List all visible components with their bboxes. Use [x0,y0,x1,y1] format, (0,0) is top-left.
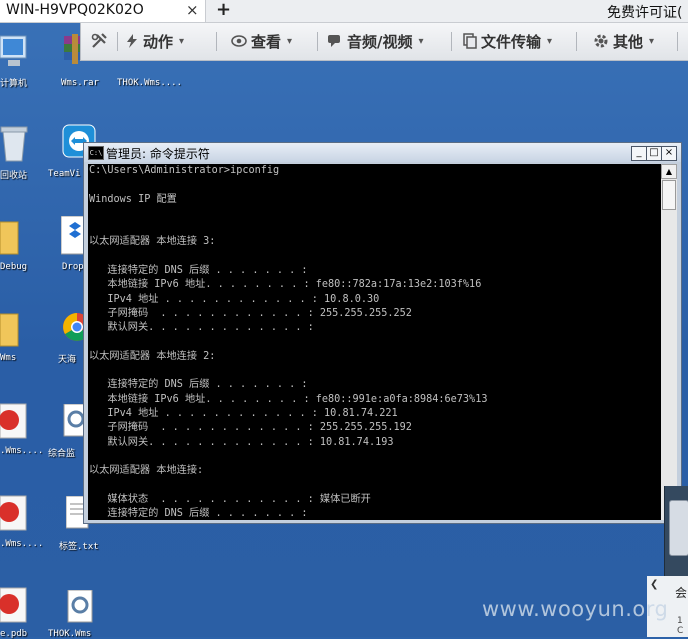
view-menu-label: 查看 [251,32,282,51]
other-menu-button[interactable]: 其他 ▾ [593,30,654,52]
gear-icon [594,34,608,48]
audio-video-menu-label: 音频/视频 [347,32,413,51]
desktop-icon-label: THOK.Wms [48,629,92,639]
lightning-icon [127,34,137,48]
action-menu-label: 动作 [143,32,174,51]
maximize-button[interactable]: □ [646,146,662,161]
recycle-bin-icon [0,126,28,162]
other-menu-label: 其他 [613,32,644,51]
cmd-window[interactable]: C:\ 管理员: 命令提示符 _ □ × C:\Users\Administra… [83,142,682,524]
action-menu-button[interactable]: 动作 ▾ [125,30,184,52]
desktop-icon-label: e.pdb [0,629,28,639]
settings-file-icon [67,590,93,623]
desktop-icon-label: 计算机 [0,79,28,89]
close-button[interactable]: × [661,146,677,161]
app-icon [0,495,27,531]
remote-session-tab[interactable]: WIN-H9VPQ02K02O × [0,0,206,22]
add-tab-icon[interactable]: + [216,0,231,20]
toolbar-divider [317,32,318,51]
folder-icon [0,313,19,347]
cmd-title-bar[interactable]: C:\ 管理员: 命令提示符 _ □ × [84,143,681,162]
vertical-scrollbar[interactable]: ▲ [661,164,677,520]
cmd-icon: C:\ [88,146,104,160]
remote-tab-bar: WIN-H9VPQ02K02O × + 免费许可证( [0,0,688,23]
tools-icon [91,33,107,48]
side-window-button[interactable] [669,500,688,556]
desktop-icon-label: .Wms.... [0,446,44,456]
desktop-icon-label: 标签.txt [59,542,99,552]
desktop-icon-label: 天海 [58,355,77,365]
desktop-icon-label: Debug [0,262,28,272]
tab-title: WIN-H9VPQ02K02O [6,2,144,18]
watermark: www.wooyun.org [482,597,669,621]
desktop-icon-label: 回收站 [0,171,28,181]
file-transfer-menu-button[interactable]: 文件传输 ▾ [463,30,552,52]
chevron-down-icon: ▾ [287,35,293,47]
desktop-icon-label: Wms.rar [61,78,99,88]
tools-button[interactable] [90,30,108,52]
toolbar-divider [451,32,452,51]
file-transfer-menu-label: 文件传输 [481,32,542,51]
chevron-down-icon: ▾ [179,35,185,47]
app-icon [0,403,27,439]
chevron-left-icon[interactable]: ❮ [650,579,658,590]
desktop-icon-label: 综合监 [48,449,76,459]
chevron-down-icon: ▾ [418,35,424,47]
desktop-icon-label: Drop [62,262,84,272]
computer-icon [0,35,27,66]
license-link[interactable]: 免费许可证( [607,2,682,22]
cmd-title: 管理员: 命令提示符 [106,147,210,161]
remote-toolbar: 动作 ▾ 查看 ▾ 音频/视频 ▾ 文件传输 ▾ 其他 ▾ [80,23,688,61]
console-text: C:\Users\Administrator>ipconfig Windows … [89,165,488,520]
toolbar-divider [576,32,577,51]
scroll-up-arrow-icon[interactable]: ▲ [661,164,677,179]
close-tab-icon[interactable]: × [186,1,199,19]
side-panel-subtext: 1 C [677,616,684,636]
toolbar-divider [216,32,217,51]
chat-bubble-icon [328,35,340,47]
folder-icon [0,221,19,255]
view-menu-button[interactable]: 查看 ▾ [231,30,292,52]
desktop-icon-label: THOK.Wms.... [117,78,183,88]
minimize-button[interactable]: _ [631,146,647,161]
desktop-icon-label: .Wms.... [0,539,44,549]
app-icon [0,587,27,623]
scrollbar-thumb[interactable] [662,180,676,210]
toolbar-divider [117,32,118,51]
console-output[interactable]: C:\Users\Administrator>ipconfig Windows … [88,164,661,520]
toolbar-divider [677,32,678,51]
chevron-down-icon: ▾ [649,35,655,47]
desktop-icon-label: TeamVi [48,169,81,179]
desktop-icon-label: Wms [0,353,17,363]
side-panel-text: 会 [675,586,688,600]
audio-video-menu-button[interactable]: 音频/视频 ▾ [327,30,424,52]
chevron-down-icon: ▾ [547,35,553,47]
eye-icon [231,35,247,47]
file-copy-icon [463,33,477,49]
